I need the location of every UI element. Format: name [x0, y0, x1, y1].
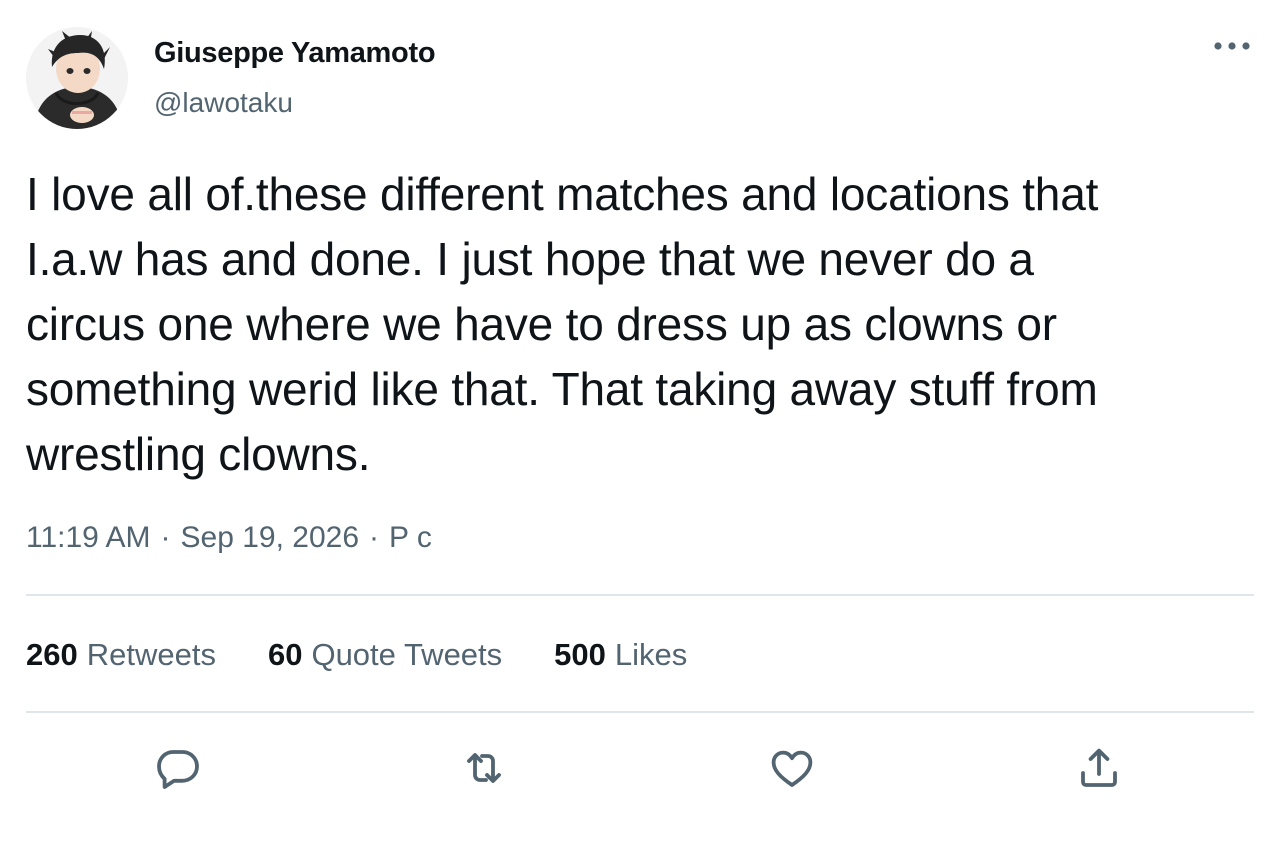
likes-stat[interactable]: 500 Likes — [554, 637, 687, 673]
more-icon — [1214, 42, 1250, 50]
more-options-button[interactable] — [1212, 34, 1252, 58]
author-display-name[interactable]: Giuseppe Yamamoto — [154, 37, 436, 70]
author-handle[interactable]: @lawotaku — [154, 87, 293, 119]
share-icon — [1081, 748, 1117, 787]
quote-tweets-count: 60 — [267, 637, 303, 672]
tweet-date[interactable]: Sep 19, 2026 — [181, 521, 360, 555]
avatar-image — [26, 27, 128, 129]
like-button[interactable] — [768, 744, 816, 792]
meta-separator: · — [160, 521, 171, 554]
reply-icon — [157, 750, 199, 789]
tweet-time[interactable]: 11:19 AM — [26, 521, 151, 555]
retweet-icon — [467, 753, 501, 783]
reply-button[interactable] — [154, 744, 202, 792]
divider — [26, 711, 1254, 713]
retweets-count: 260 — [26, 637, 78, 672]
like-icon — [771, 750, 813, 787]
likes-count: 500 — [554, 637, 606, 672]
tweet-source[interactable]: P c — [389, 521, 432, 555]
tweet-text: I love all of.these different matches an… — [26, 168, 1099, 480]
tweet-meta: 11:19 AM · Sep 19, 2026 · P c — [26, 521, 432, 555]
quote-tweets-label: Quote Tweets — [311, 637, 503, 672]
meta-separator: · — [369, 521, 380, 554]
tweet-stats: 260 Retweets 60 Quote Tweets 500 Likes — [26, 637, 739, 673]
tweet-card: Giuseppe Yamamoto @lawotaku I love all o… — [0, 0, 1280, 845]
avatar[interactable] — [26, 27, 128, 129]
retweets-label: Retweets — [86, 637, 216, 672]
quote-tweets-stat[interactable]: 60 Quote Tweets — [268, 637, 502, 673]
retweet-button[interactable] — [460, 744, 508, 792]
share-button[interactable] — [1075, 744, 1123, 792]
likes-label: Likes — [614, 637, 688, 672]
retweets-stat[interactable]: 260 Retweets — [26, 637, 216, 673]
divider — [26, 594, 1254, 596]
